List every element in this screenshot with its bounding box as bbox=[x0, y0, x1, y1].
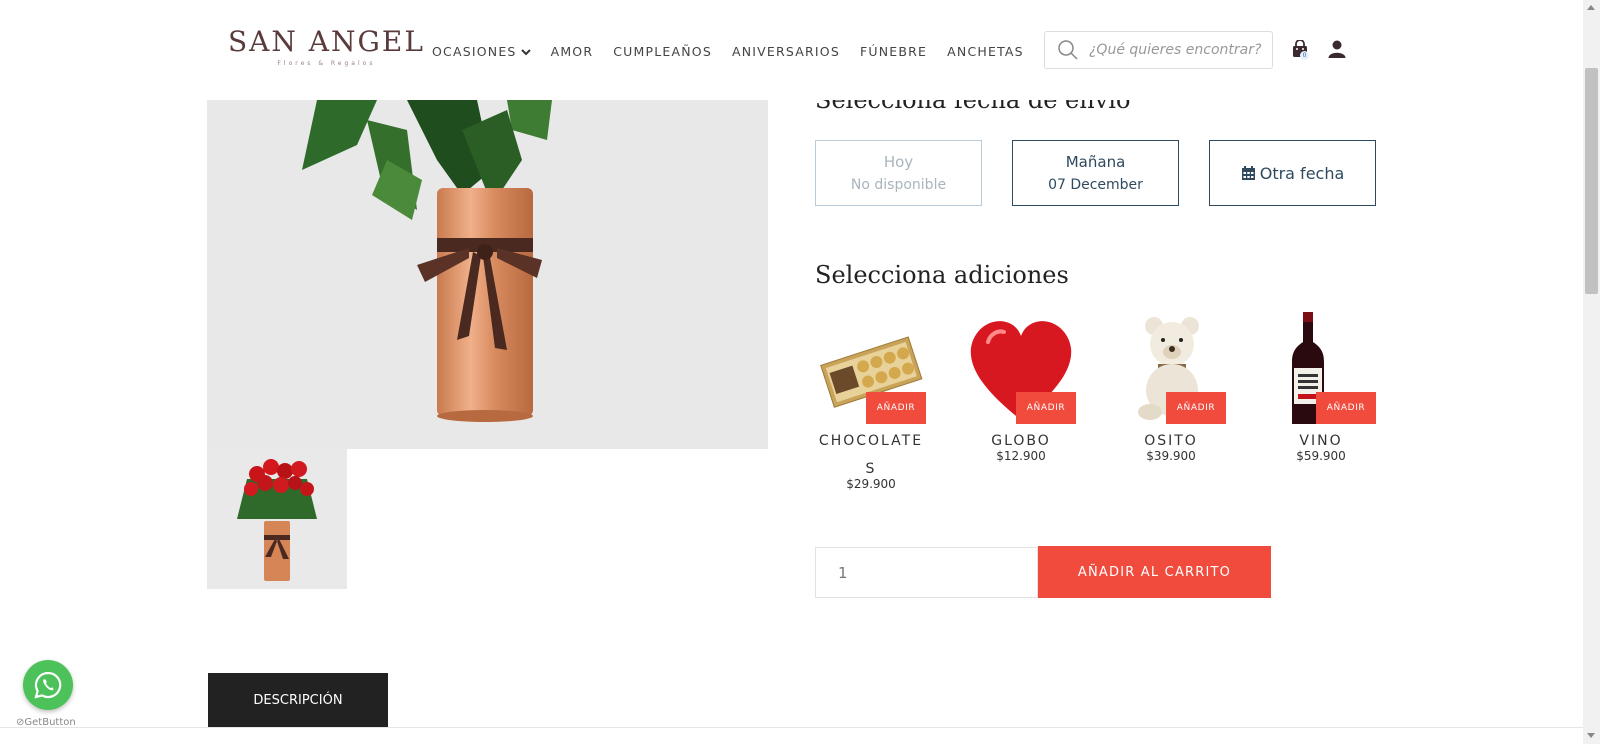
addon-image: AÑADIR bbox=[1116, 312, 1226, 424]
addon-price: $39.900 bbox=[1146, 449, 1196, 463]
add-chocolates-button[interactable]: AÑADIR bbox=[866, 392, 926, 424]
whatsapp-button[interactable] bbox=[23, 660, 73, 710]
site-header: SAN ANGEL Flores & Regalos OCASIONES AMO… bbox=[0, 0, 1583, 100]
product-main-image[interactable] bbox=[207, 100, 768, 449]
add-osito-button[interactable]: AÑADIR bbox=[1166, 392, 1226, 424]
addon-price: $29.900 bbox=[846, 477, 896, 491]
search-input[interactable] bbox=[1087, 41, 1271, 59]
quantity-input[interactable] bbox=[815, 547, 1038, 598]
product-thumbnail[interactable] bbox=[207, 449, 347, 589]
scroll-up-arrow[interactable] bbox=[1587, 5, 1595, 10]
date-option-subtitle: 07 December bbox=[1048, 177, 1143, 193]
nav-item-aniversarios[interactable]: ANIVERSARIOS bbox=[732, 44, 840, 59]
page-divider bbox=[0, 727, 1583, 728]
addon-image: AÑADIR bbox=[816, 312, 926, 424]
date-option-other[interactable]: Otra fecha bbox=[1209, 140, 1376, 206]
addon-item-globo: AÑADIR GLOBO $12.900 bbox=[966, 312, 1076, 463]
calendar-icon bbox=[1241, 165, 1255, 180]
rose-vase-image bbox=[207, 100, 768, 449]
logo-subtitle: Flores & Regalos bbox=[277, 60, 376, 67]
search-box bbox=[1044, 31, 1273, 69]
nav-item-funebre[interactable]: FÚNEBRE bbox=[860, 44, 927, 59]
addon-image: AÑADIR bbox=[1266, 312, 1376, 424]
scroll-down-arrow[interactable] bbox=[1587, 733, 1595, 738]
date-option-title: Otra fecha bbox=[1259, 163, 1345, 183]
whatsapp-icon bbox=[34, 671, 62, 699]
add-vino-button[interactable]: AÑADIR bbox=[1316, 392, 1376, 424]
addons-heading: Selecciona adiciones bbox=[815, 261, 1069, 289]
cart-count-badge: 0 bbox=[1300, 51, 1309, 60]
addon-name: CHOCOLATES bbox=[818, 433, 924, 477]
date-option-title: Mañana bbox=[1065, 153, 1126, 171]
nav-item-amor[interactable]: AMOR bbox=[551, 44, 594, 59]
date-option-tomorrow[interactable]: Mañana 07 December bbox=[1012, 140, 1179, 206]
add-globo-button[interactable]: AÑADIR bbox=[1016, 392, 1076, 424]
search-icon[interactable] bbox=[1057, 39, 1079, 61]
rose-bouquet-thumb bbox=[207, 449, 347, 589]
nav-item-cumpleanos[interactable]: CUMPLEAÑOS bbox=[613, 44, 712, 59]
chevron-down-icon bbox=[520, 48, 531, 55]
addon-item-osito: AÑADIR OSITO $39.900 bbox=[1116, 312, 1226, 463]
date-option-today: Hoy No disponible bbox=[815, 140, 982, 206]
tab-description[interactable]: DESCRIPCIÓN bbox=[208, 673, 388, 727]
addon-item-chocolates: AÑADIR CHOCOLATES $29.900 bbox=[816, 312, 926, 491]
scrollbar-thumb[interactable] bbox=[1585, 68, 1598, 294]
site-logo[interactable]: SAN ANGEL Flores & Regalos bbox=[228, 25, 425, 68]
addon-price: $59.900 bbox=[1296, 449, 1346, 463]
addon-price: $12.900 bbox=[996, 449, 1046, 463]
nav-item-label: OCASIONES bbox=[432, 44, 517, 59]
nav-item-ocasiones[interactable]: OCASIONES bbox=[432, 44, 531, 59]
main-nav: OCASIONES AMOR CUMPLEAÑOS ANIVERSARIOS F… bbox=[432, 44, 1044, 59]
user-icon[interactable] bbox=[1328, 40, 1346, 58]
logo-text: SAN ANGEL bbox=[228, 25, 425, 58]
add-to-cart-button[interactable]: AÑADIR AL CARRITO bbox=[1038, 546, 1271, 598]
date-option-title: Hoy bbox=[883, 153, 914, 171]
nav-item-anchetas[interactable]: ANCHETAS bbox=[947, 44, 1024, 59]
addon-item-vino: AÑADIR VINO $59.900 bbox=[1266, 312, 1376, 463]
vertical-scrollbar[interactable] bbox=[1583, 0, 1600, 744]
addon-image: AÑADIR bbox=[966, 312, 1076, 424]
date-option-subtitle: No disponible bbox=[850, 177, 947, 193]
